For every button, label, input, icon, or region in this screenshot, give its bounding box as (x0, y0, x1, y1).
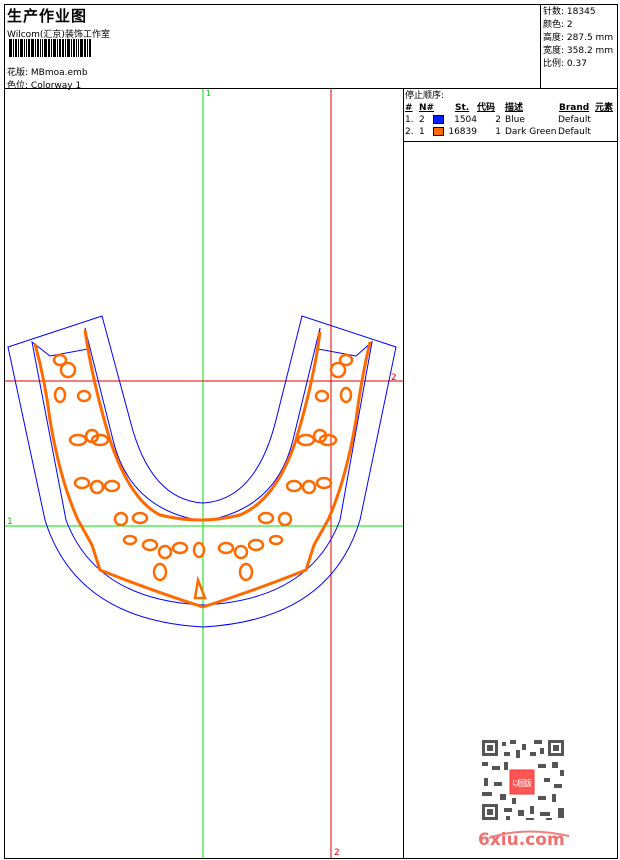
svg-text:2: 2 (391, 373, 397, 383)
svg-text:1: 1 (7, 517, 13, 527)
watermark: 以图版 6xiu.com (474, 738, 574, 851)
barcode (9, 39, 91, 57)
color-swatch (433, 115, 444, 124)
table-row: 2. 1 16839 1 Dark Green Default (405, 127, 591, 137)
design-canvas: 1 1 2 2 (5, 89, 403, 858)
design-info: 针数: 18345 颜色: 2 高度: 287.5 mm 宽度: 358.2 m… (540, 4, 618, 88)
svg-text:1: 1 (206, 89, 211, 98)
svg-text:以图版: 以图版 (512, 778, 532, 788)
watermark-text: 6xiu.com (478, 830, 565, 850)
svg-text:2: 2 (334, 848, 340, 858)
height: 高度: 287.5 mm (543, 33, 614, 43)
table-row: 1. 2 1504 2 Blue Default (405, 115, 591, 125)
color-count: 颜色: 2 (543, 20, 573, 30)
header: 生产作业图 Wilcom(汇京)装饰工作室 花版: MBmoa.emb 色位: … (4, 4, 618, 91)
color-swatch (433, 127, 444, 136)
stop-sequence-table: 停止顺序: # N# St. 代码 描述 Brand 元素 1. 2 1504 … (404, 89, 618, 142)
width: 宽度: 358.2 mm (543, 46, 614, 56)
table-header: # N# St. 代码 描述 Brand 元素 (405, 103, 614, 113)
page-title: 生产作业图 (7, 7, 88, 25)
stitch-count: 针数: 18345 (543, 7, 596, 17)
stop-sequence-title: 停止顺序: (405, 91, 445, 101)
scale: 比例: 0.37 (543, 59, 587, 69)
design-name: 花版: MBmoa.emb (7, 68, 88, 78)
